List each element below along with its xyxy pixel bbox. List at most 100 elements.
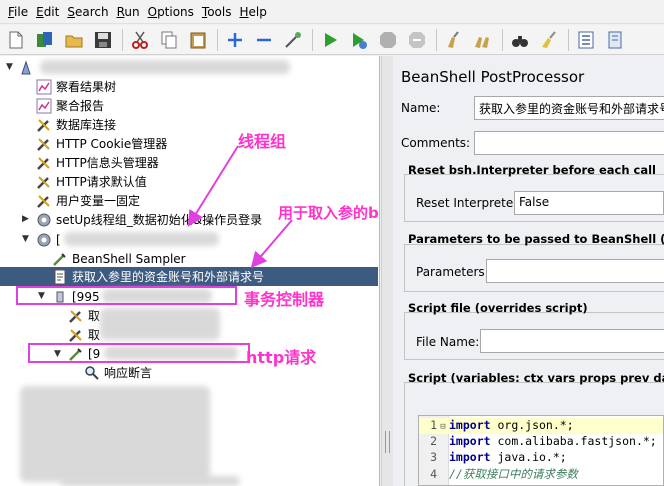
line-number: 4	[430, 467, 437, 481]
tree-node-aggregate-report[interactable]: 聚合报告	[36, 96, 104, 115]
code-line-2: 2 import com.alibaba.fastjson.*;	[419, 434, 657, 450]
toolbar	[0, 25, 664, 55]
gear-icon	[36, 212, 52, 228]
tree-node-beanshell-postprocessor[interactable]: 获取入参里的资金账号和外部请求号	[0, 267, 378, 286]
tree-toggle-expanded[interactable]: ▼	[22, 234, 29, 244]
file-section-title: Script file (overrides script)	[408, 301, 588, 315]
tree-toggle-expanded[interactable]: ▼	[6, 62, 13, 72]
fold-minus-icon[interactable]: ⊟	[437, 422, 449, 432]
start-button[interactable]	[318, 28, 342, 52]
menu-edit-label: dit	[43, 4, 60, 19]
broom-all-icon	[475, 36, 489, 48]
tree-root[interactable]	[18, 58, 38, 77]
code-keyword: import	[449, 434, 491, 448]
splitter-grip[interactable]	[385, 431, 390, 453]
tree-node-beanshell-sampler[interactable]: BeanShell Sampler	[52, 249, 186, 268]
redacted-region	[100, 308, 220, 340]
paste-button[interactable]	[186, 28, 210, 52]
tree-node-config-2[interactable]: 取	[68, 325, 100, 344]
tree-node-header-manager[interactable]: HTTP信息头管理器	[36, 153, 159, 172]
tree-node-user-variables[interactable]: 用户变量一固定	[36, 191, 140, 210]
line-number: 2	[430, 434, 437, 448]
expand-button[interactable]	[223, 28, 247, 52]
panel-splitter[interactable]	[381, 56, 393, 486]
clear-button[interactable]	[442, 28, 466, 52]
clear-all-button[interactable]	[471, 28, 495, 52]
save-button[interactable]	[91, 28, 115, 52]
tree-node-view-results-tree[interactable]: 察看结果树	[36, 77, 116, 96]
toolbar-separator	[217, 28, 218, 51]
new-button[interactable]	[4, 28, 28, 52]
start-no-pause-button[interactable]	[347, 28, 371, 52]
open-button[interactable]	[62, 28, 86, 52]
function-helper-button[interactable]	[574, 28, 598, 52]
tree-node-label: 聚合报告	[56, 99, 105, 113]
list-icon	[578, 31, 594, 48]
menu-search[interactable]: Search	[67, 5, 108, 19]
menu-run[interactable]: Run	[117, 5, 140, 19]
menu-edit[interactable]: Edit	[36, 5, 59, 19]
help-book-icon	[608, 31, 622, 48]
reset-search-icon	[542, 30, 556, 48]
chart-icon	[36, 98, 52, 114]
tree-node-setup-thread-group[interactable]: setUp线程组_数据初始化&操作员登录	[36, 210, 262, 229]
redacted-region	[64, 232, 219, 246]
search-button[interactable]	[508, 28, 532, 52]
wrench-icon	[36, 174, 52, 190]
menu-options[interactable]: Options	[148, 5, 194, 19]
cut-button[interactable]	[128, 28, 152, 52]
tree-node-label: 获取入参里的资金账号和外部请求号	[72, 270, 265, 284]
reset-search-button[interactable]	[537, 28, 561, 52]
tree-node-config-1[interactable]: 取	[68, 306, 100, 325]
tree-node-label: 用户变量一固定	[56, 194, 141, 208]
menu-help-mnemonic: H	[239, 4, 249, 19]
code-text: java.io.*;	[490, 450, 567, 464]
script-icon	[52, 269, 68, 285]
reset-interpreter-value: False	[519, 195, 550, 209]
tree-node-label: 察看结果树	[56, 80, 117, 94]
tree-node-cookie-manager[interactable]: HTTP Cookie管理器	[36, 134, 167, 153]
copy-icon	[161, 31, 177, 48]
line-number: 1	[430, 418, 437, 432]
name-input[interactable]: 获取入参里的资金账号和外部请求号	[474, 96, 664, 120]
menu-help[interactable]: Help	[240, 5, 267, 19]
binoculars-icon	[512, 35, 528, 47]
toggle-button[interactable]	[281, 28, 305, 52]
menu-options-mnemonic: O	[147, 4, 158, 19]
wrench-icon	[36, 155, 52, 171]
annotation-transaction-controller: 事务控制器	[244, 290, 325, 309]
collapse-button[interactable]	[252, 28, 276, 52]
cut-icon	[132, 31, 148, 49]
parameters-input[interactable]	[486, 259, 664, 283]
script-editor[interactable]: 1 ⊟ import org.json.*; 2 import com.alibaba…	[418, 415, 664, 486]
tree-toggle-collapsed[interactable]: ▶	[22, 214, 29, 224]
tree-node-label: setUp线程组_数据初始化&操作员登录	[56, 213, 263, 227]
test-plan-icon	[18, 59, 34, 76]
copy-button[interactable]	[157, 28, 181, 52]
tree-node-label: HTTP Cookie管理器	[56, 137, 168, 151]
open-folder-icon	[65, 35, 83, 47]
shutdown-button[interactable]	[405, 28, 429, 52]
menu-tools[interactable]: Tools	[202, 5, 232, 19]
wrench-icon	[68, 327, 84, 343]
reset-interpreter-select[interactable]: False	[514, 191, 664, 215]
templates-button[interactable]	[33, 28, 57, 52]
comments-label: Comments:	[401, 136, 471, 150]
stop-button[interactable]	[376, 28, 400, 52]
menu-file[interactable]: File	[8, 5, 28, 19]
help-button[interactable]	[603, 28, 627, 52]
menu-run-label: un	[124, 4, 140, 19]
menu-file-label: ile	[14, 4, 29, 19]
annotation-thread-group: 线程组	[238, 132, 287, 151]
test-plan-tree[interactable]: ▼ 察看结果树 聚合报告 数据库连接 HTTP Cookie管理器 HTTP信息…	[0, 56, 380, 486]
tree-node-thread-group[interactable]: [	[36, 230, 61, 249]
code-text: org.json.*;	[490, 418, 574, 432]
file-name-input[interactable]	[480, 329, 664, 353]
comments-input[interactable]	[474, 131, 664, 155]
magnifier-icon	[84, 365, 100, 381]
tree-node-request-defaults[interactable]: HTTP请求默认值	[36, 172, 147, 191]
save-icon	[95, 31, 111, 48]
tree-node-db-connection[interactable]: 数据库连接	[36, 115, 116, 134]
arrow-to-thread-group	[187, 145, 239, 227]
tree-node-response-assertion[interactable]: 响应断言	[84, 363, 152, 382]
